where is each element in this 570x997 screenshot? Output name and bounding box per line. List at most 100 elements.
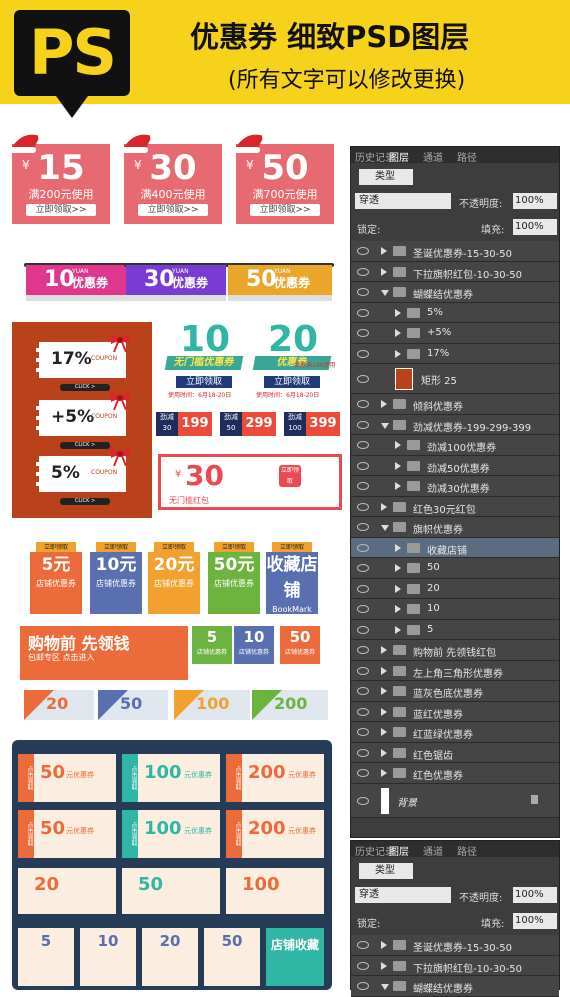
tab-1[interactable]: 图层 <box>389 843 409 858</box>
fill-field[interactable]: 100% <box>513 219 557 235</box>
expand-arrow-icon[interactable] <box>395 564 401 572</box>
expand-arrow-icon[interactable] <box>395 605 401 613</box>
tri-coupon[interactable]: 50 <box>98 690 168 720</box>
fav-store-coupon[interactable]: 店铺收藏 <box>266 928 324 986</box>
flag-coupon[interactable]: 50元 店铺优惠券 <box>208 552 260 614</box>
eye-icon[interactable] <box>357 502 369 511</box>
opacity-field[interactable]: 100% <box>513 887 557 903</box>
expand-arrow-icon[interactable] <box>381 267 387 276</box>
flag-coupon[interactable]: 10元 店铺优惠券 <box>90 552 142 614</box>
navy-coupon[interactable]: 点击领取 50 元优惠券 <box>18 810 116 858</box>
claim-button[interactable]: 立即领取>> <box>26 204 96 216</box>
red-30-coupon[interactable]: ¥30 无门槛红包 立即领取 <box>158 454 342 510</box>
click-button[interactable]: CLICK > <box>60 498 110 505</box>
blend-mode[interactable]: 穿透 <box>355 193 451 209</box>
layer-row[interactable]: 下拉旗帜红包-10-30-50 <box>351 261 559 282</box>
eye-icon[interactable] <box>357 564 369 573</box>
eye-icon[interactable] <box>357 707 369 716</box>
layer-row[interactable]: 5 <box>351 619 559 640</box>
expand-arrow-icon[interactable] <box>395 482 401 490</box>
shop-coupon[interactable]: 10 店铺优惠券 <box>234 626 274 664</box>
eye-icon[interactable] <box>357 523 369 532</box>
tri-coupon[interactable]: 200 <box>252 690 328 720</box>
layer-row[interactable]: 劲减优惠券-199-299-399 <box>351 414 559 435</box>
ribbon-coupon[interactable]: 30 YUAN 优惠券 <box>126 265 226 295</box>
navy-coupon[interactable]: 点击领取 100 元优惠券 <box>122 810 220 858</box>
layer-row[interactable]: 倾斜优惠券 <box>351 394 559 415</box>
layer-row[interactable]: 17% <box>351 343 559 364</box>
tab-2[interactable]: 通道 <box>423 843 443 858</box>
expand-arrow-icon[interactable] <box>381 400 387 408</box>
flag-coupon[interactable]: 20元 店铺优惠券 <box>148 552 200 614</box>
layer-row[interactable]: 劲减100优惠券 <box>351 435 559 456</box>
layer-row[interactable]: 左上角三角形优惠券 <box>351 660 559 681</box>
navy-coupon-r3[interactable]: 50 <box>122 868 220 914</box>
eye-icon[interactable] <box>357 482 369 491</box>
layer-row[interactable]: 劲减50优惠券 <box>351 455 559 476</box>
eye-icon[interactable] <box>357 982 369 991</box>
navy-coupon-r4[interactable]: 20 <box>142 928 198 986</box>
eye-icon[interactable] <box>357 375 369 383</box>
eye-icon[interactable] <box>357 625 369 634</box>
click-strip[interactable]: 点击领取 <box>226 754 242 802</box>
eye-icon[interactable] <box>357 687 369 696</box>
eye-icon[interactable] <box>357 288 369 297</box>
navy-coupon-r4[interactable]: 5 <box>18 928 74 986</box>
layer-row[interactable]: 劲减30优惠券 <box>351 476 559 497</box>
click-strip[interactable]: 点击领取 <box>122 810 138 858</box>
expand-arrow-icon[interactable] <box>381 687 387 695</box>
layer-row[interactable]: 红蓝绿优惠券 <box>351 722 559 743</box>
tab-2[interactable]: 通道 <box>423 149 443 164</box>
opacity-field[interactable]: 100% <box>513 193 557 209</box>
eye-icon[interactable] <box>357 267 369 276</box>
layer-row[interactable]: +5% <box>351 323 559 344</box>
navy-coupon-r4[interactable]: 10 <box>80 928 136 986</box>
eye-icon[interactable] <box>357 769 369 778</box>
layer-row[interactable]: 蝴蝶结优惠券 <box>351 976 559 997</box>
click-strip[interactable]: 点击领取 <box>18 754 34 802</box>
layer-row[interactable]: 下拉旗帜红包-10-30-50 <box>351 955 559 976</box>
eye-icon[interactable] <box>357 941 369 950</box>
expand-arrow-icon[interactable] <box>381 646 387 654</box>
xmas-coupon[interactable]: ¥30 满400元使用 立即领取>> <box>124 144 222 224</box>
layer-row[interactable]: 红色优惠券 <box>351 763 559 784</box>
eye-icon[interactable] <box>357 247 369 256</box>
layer-row[interactable]: 20 <box>351 578 559 599</box>
layer-row[interactable]: 收藏店铺 <box>351 537 559 558</box>
tab-3[interactable]: 路径 <box>457 149 477 164</box>
click-strip[interactable]: 点击领取 <box>122 754 138 802</box>
layer-row[interactable]: 圣诞优惠券-15-30-50 <box>351 241 559 262</box>
fill-field[interactable]: 100% <box>513 913 557 929</box>
eye-icon[interactable] <box>357 748 369 757</box>
kind-filter[interactable]: 类型 <box>359 863 413 879</box>
click-button[interactable]: CLICK > <box>60 384 110 391</box>
kind-filter[interactable]: 类型 <box>359 169 413 185</box>
expand-arrow-icon[interactable] <box>381 728 387 736</box>
layer-row[interactable]: 蝴蝶结优惠券 <box>351 282 559 303</box>
expand-arrow-icon[interactable] <box>395 441 401 449</box>
layer-row[interactable]: 矩形 25 <box>351 364 559 394</box>
expand-arrow-icon[interactable] <box>395 543 401 552</box>
layers-panel[interactable]: 历史记录 图层 通道 路径 类型 穿透 不透明度: 100% 锁定: 填充: 100% 圣诞优惠券-1… <box>350 146 560 838</box>
strip-value[interactable]: 399 <box>306 412 340 436</box>
tab-1[interactable]: 图层 <box>389 149 409 164</box>
eye-icon[interactable] <box>357 349 369 358</box>
shopping-banner[interactable]: 购物前 先领钱 包邮专区 点击进入 <box>20 626 188 680</box>
eye-icon[interactable] <box>357 329 369 338</box>
navy-coupon-r3[interactable]: 20 <box>18 868 116 914</box>
tri-coupon[interactable]: 20 <box>24 690 94 720</box>
claim-button[interactable]: 立即领取 <box>176 376 232 388</box>
eye-icon[interactable] <box>357 420 369 429</box>
eye-icon[interactable] <box>357 543 369 552</box>
blend-mode[interactable]: 穿透 <box>355 887 451 903</box>
layer-row[interactable]: 购物前 先领钱红包 <box>351 640 559 661</box>
expand-arrow-icon[interactable] <box>395 625 401 634</box>
flag-coupon[interactable]: 收藏店铺 BookMark <box>266 552 318 614</box>
layer-row[interactable]: 红色30元红包 <box>351 496 559 517</box>
expand-arrow-icon[interactable] <box>381 961 387 970</box>
eye-icon[interactable] <box>357 961 369 970</box>
navy-coupon[interactable]: 点击领取 100 元优惠券 <box>122 754 220 802</box>
expand-arrow-icon[interactable] <box>381 666 387 675</box>
expand-arrow-icon[interactable] <box>381 941 387 949</box>
expand-arrow-icon[interactable] <box>395 308 401 317</box>
